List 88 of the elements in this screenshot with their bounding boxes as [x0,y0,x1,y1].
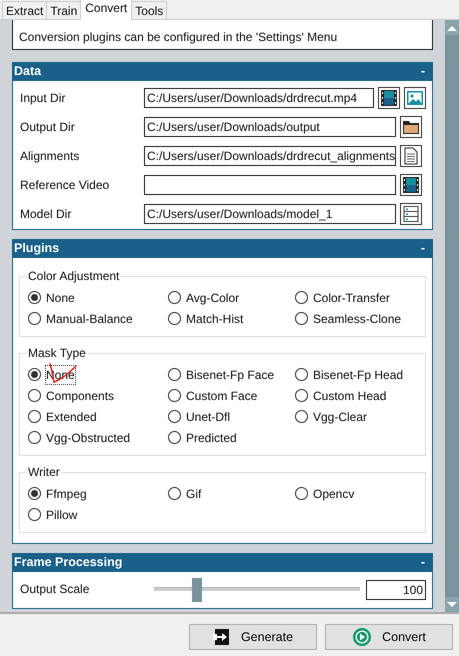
radio-label[interactable]: Avg-Color [186,288,240,306]
section-title: Plugins [14,240,60,258]
radio-label[interactable]: Custom Face [186,386,258,404]
radio-label[interactable]: Match-Hist [186,310,244,328]
radio-label[interactable]: Seamless-Clone [313,310,402,328]
radio-label[interactable]: Predicted [186,428,237,446]
radio-button[interactable] [295,410,308,423]
radio-button[interactable] [168,368,181,381]
radio-label[interactable]: Extended [46,408,97,426]
film-icon [380,88,398,106]
enter-icon [212,628,231,646]
radio-label[interactable]: Ffmpeg [46,484,87,502]
radio-button[interactable] [168,312,181,325]
tab[interactable]: Tools [131,1,168,19]
radio-button[interactable] [168,431,181,444]
section-title: Data [14,63,42,80]
list-button[interactable] [400,202,422,224]
radio-label[interactable]: Bisenet-Fp Head [313,366,404,384]
play-icon [352,627,372,647]
film-button[interactable] [400,174,422,196]
radio-button[interactable] [28,368,41,381]
radio-label[interactable]: None [46,288,75,306]
radio-label[interactable]: Bisenet-Fp Face [186,366,274,384]
radio-button[interactable] [28,312,41,325]
collapse-toggle[interactable]: - [420,239,425,258]
radio-button[interactable] [295,312,308,325]
radio-label[interactable]: Vgg-Obstructed [46,428,130,446]
radio-label[interactable]: Manual-Balance [46,310,133,328]
path-field[interactable]: C:/Users/user/Downloads/drdrecut.mp4 [144,88,374,108]
path-field[interactable] [144,174,396,194]
field-label: Input Dir [20,90,66,106]
radio-label[interactable]: Vgg-Clear [313,408,368,426]
field-label: Output Dir [20,118,76,136]
image-button[interactable] [404,86,426,108]
tab[interactable]: Convert [80,0,132,20]
radio-label[interactable]: Pillow [46,506,78,524]
action-button[interactable]: Convert [325,624,453,650]
slider-label: Output Scale [20,581,90,598]
radio-label[interactable]: Gif [186,484,202,502]
path-field[interactable]: C:/Users/user/Downloads/output [144,116,396,136]
list-icon [402,204,420,222]
radio-label[interactable]: Opencv [313,484,354,502]
document-icon [403,146,419,164]
radio-button[interactable] [295,389,308,402]
collapse-toggle[interactable]: - [420,62,425,81]
radio-button[interactable] [28,410,41,423]
radio-button[interactable] [168,291,181,304]
collapse-toggle[interactable]: - [420,553,425,572]
tab[interactable]: Extract [2,1,48,19]
film-button[interactable] [378,86,400,108]
radio-button[interactable] [28,431,41,444]
radio-button[interactable] [28,487,41,500]
radio-button[interactable] [168,487,181,500]
field-label: Alignments [20,148,80,164]
info-text: Conversion plugins can be configured in the 'Settings' Menu [12,20,433,50]
scroll-up-button[interactable] [445,20,459,35]
radio-button[interactable] [168,410,181,423]
path-field[interactable]: C:/Users/user/Downloads/model_1 [144,204,396,224]
radio-button[interactable] [295,368,308,381]
group-title: Mask Type [27,345,87,361]
slider-thumb[interactable] [192,578,202,602]
section-title: Frame Processing [14,554,122,572]
radio-label[interactable]: Unet-Dfl [186,408,230,426]
radio-button[interactable] [295,291,308,304]
path-field[interactable]: C:/Users/user/Downloads/drdrecut_alignments [144,146,396,166]
film-icon [402,176,420,194]
section-header[interactable]: Frame Processing - [12,553,433,572]
radio-label[interactable]: Custom Head [313,386,386,404]
image-icon [406,88,424,106]
down-arrow-icon [447,602,457,608]
scroll-down-button[interactable] [445,597,459,612]
radio-label[interactable]: Color-Transfer [313,288,390,306]
radio-button[interactable] [168,389,181,402]
action-button[interactable]: Generate [189,624,317,650]
document-button[interactable] [400,144,422,166]
value-field[interactable]: 100 [366,580,426,600]
up-arrow-icon [447,24,457,30]
field-label: Reference Video [20,176,110,194]
radio-button[interactable] [28,389,41,402]
radio-label[interactable]: Components [46,386,114,404]
radio-button[interactable] [28,291,41,304]
radio-button[interactable] [28,508,41,521]
group-title: Color Adjustment [27,268,120,284]
radio-button[interactable] [295,487,308,500]
field-label: Model Dir [20,206,72,222]
folder-button[interactable] [400,116,422,138]
section-header[interactable]: Plugins - [12,239,433,258]
section-header[interactable]: Data - [12,62,433,81]
